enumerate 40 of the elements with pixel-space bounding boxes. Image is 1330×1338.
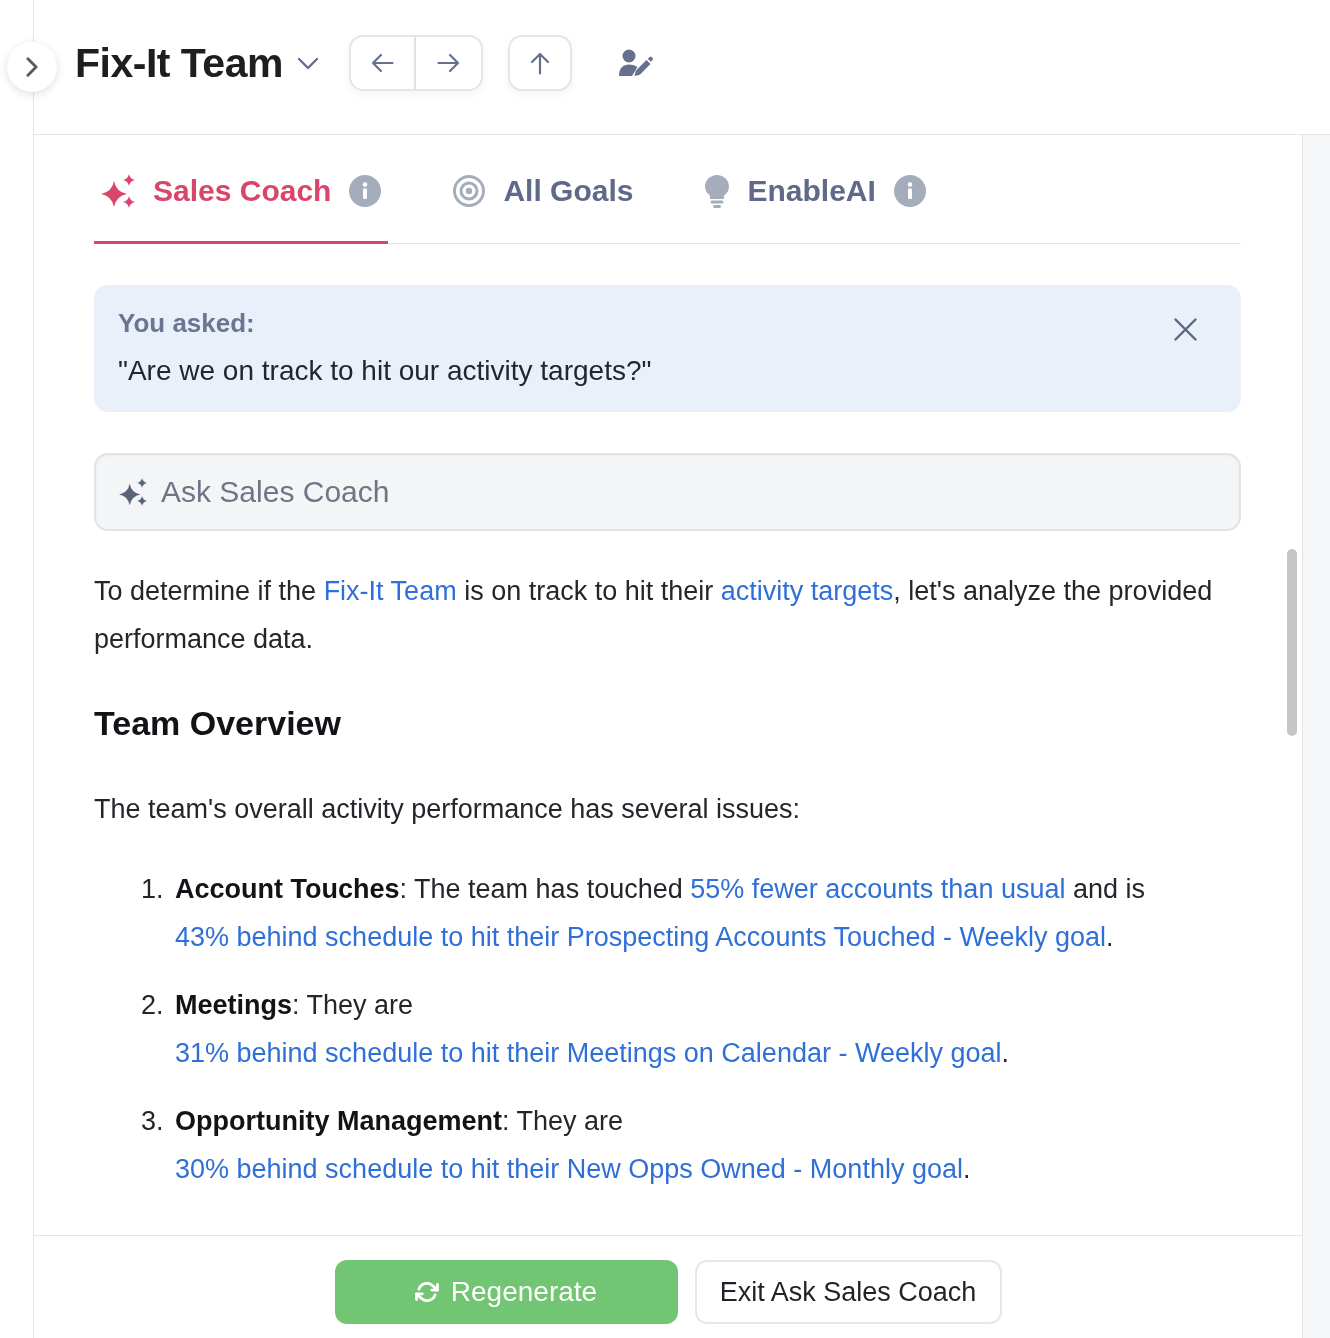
back-button[interactable]: [348, 35, 416, 91]
close-icon[interactable]: [1174, 318, 1197, 341]
section-heading: Team Overview: [94, 703, 342, 744]
chevron-down-icon: [296, 56, 319, 70]
text-link[interactable]: Fix-It Team: [323, 576, 457, 606]
tab[interactable]: Sales Coach: [94, 154, 389, 244]
answer-paragraph: The team's overall activity performance has several issues:: [94, 793, 801, 826]
target-icon: [453, 175, 486, 207]
scrollbar-thumb[interactable]: [1287, 549, 1297, 736]
lightbulb-icon: [705, 174, 730, 208]
list-number: 1.: [141, 873, 165, 906]
list-number: 2.: [141, 989, 165, 1022]
list-number: 3.: [141, 1105, 165, 1138]
arrow-right-icon: [436, 53, 460, 73]
person-pencil-icon[interactable]: [618, 49, 653, 77]
chevron-right-icon: [26, 57, 38, 77]
ask-field[interactable]: Ask Sales Coach: [94, 453, 1241, 531]
question-text: "Are we on track to hit our activity targets?": [118, 354, 653, 388]
refresh-icon: [414, 1282, 439, 1302]
tab[interactable]: All Goals: [446, 154, 641, 244]
up-button[interactable]: [507, 35, 572, 91]
arrow-up-icon: [529, 51, 550, 75]
text-link[interactable]: 31% behind schedule to hit their Meetings on Calendar - Weekly goal: [175, 1038, 1002, 1068]
exit-button[interactable]: Exit Ask Sales Coach: [694, 1260, 1002, 1324]
list-item-text: Opportunity Management: They are 30% behind schedule to hit their New Opps Owned - Monthly goal.: [175, 1105, 972, 1186]
text-link[interactable]: 30% behind schedule to hit their New Opps Owned - Monthly goal: [175, 1154, 963, 1184]
question-label: You asked:: [118, 307, 256, 340]
sparkle-icon: [119, 478, 147, 506]
sidebar-toggle-button[interactable]: [7, 42, 57, 92]
list-item-text: Account Touches: The team has touched 55% fewer accounts than usual and is 43% behind schedule to hit their Prospecting Accounts Touched - Weekly goal.: [175, 873, 1146, 954]
sparkle-icon: [101, 174, 135, 208]
tab[interactable]: EnableAI: [698, 154, 933, 244]
team-dropdown[interactable]: Fix-It Team: [75, 39, 319, 87]
forward-button[interactable]: [415, 35, 483, 91]
list-item-text: Meetings: They are 31% behind schedule to hit their Meetings on Calendar - Weekly goal.: [175, 989, 1010, 1070]
answer-paragraph: To determine if the Fix-It Team is on track to hit their activity targets, let's analyze the provided performance data.: [94, 575, 1214, 656]
text-link[interactable]: 43% behind schedule to hit their Prospecting Accounts Touched - Weekly goal: [175, 922, 1107, 952]
text-link[interactable]: 55% fewer accounts than usual: [690, 874, 1066, 904]
arrow-left-icon: [370, 53, 394, 73]
text-link[interactable]: activity targets: [720, 576, 894, 606]
